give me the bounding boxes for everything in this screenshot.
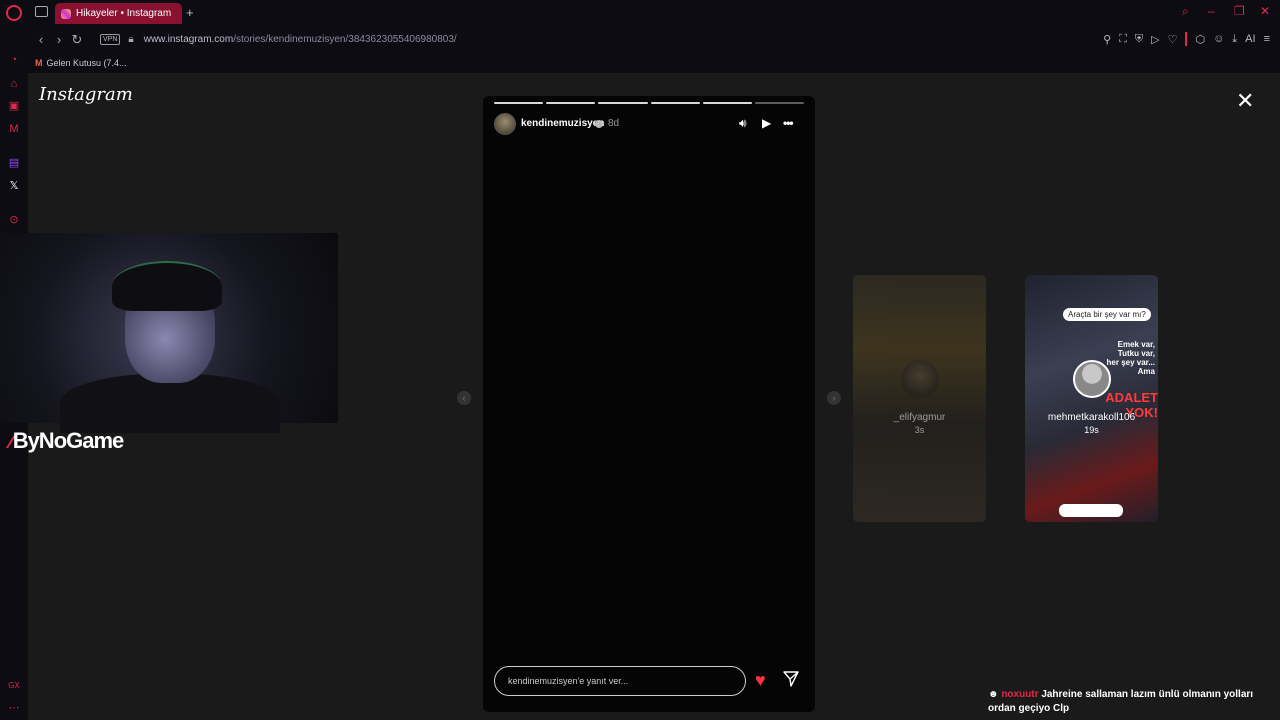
progress-segment: [494, 102, 544, 104]
profile-icon[interactable]: ☺: [1213, 33, 1224, 45]
story-avatar[interactable]: [494, 113, 516, 135]
snapshot-icon[interactable]: ⛶: [1119, 33, 1127, 46]
story-preview[interactable]: _elifyagmur 3s: [853, 275, 986, 522]
minimize-button[interactable]: –: [1208, 5, 1220, 17]
bookmark-gmail[interactable]: Gelen Kutusu (7.4...: [47, 58, 127, 68]
sponsor-logo: ⁄ByNoGame: [10, 428, 124, 453]
more-icon[interactable]: ⋯: [8, 702, 20, 714]
chat-message: ☻ noxuutr Jahreine sallaman lazım ünlü o…: [988, 688, 1278, 716]
extensions-icon[interactable]: ⬡: [1195, 33, 1205, 46]
preview-time: 3s: [914, 425, 925, 435]
story-progress-bar: [494, 102, 805, 104]
close-stories-button[interactable]: ✕: [1236, 90, 1254, 112]
story-time: 8d: [608, 118, 620, 129]
back-button[interactable]: ‹: [32, 32, 50, 47]
streamer-headset: [112, 261, 222, 311]
bookmarks-bar: M Gelen Kutusu (7.4...: [28, 53, 1280, 73]
messenger-icon[interactable]: ▣: [8, 100, 20, 112]
mute-icon[interactable]: 🔊︎: [739, 116, 747, 131]
gmail-icon: M: [35, 58, 43, 68]
progress-segment: [546, 102, 596, 104]
search-tabs-icon[interactable]: ⌕: [1182, 5, 1194, 17]
preview-time: 19s: [1084, 425, 1099, 435]
tab-bar: Hikayeler • Instagram + ⌕ – ❐ ✕: [0, 0, 1280, 26]
address-bar: ‹ › ↻ VPN 🔒︎ www.instagram.com/stories/k…: [28, 26, 1280, 53]
instagram-logo[interactable]: Instagram: [39, 84, 133, 105]
player-icon[interactable]: ⊙: [8, 214, 20, 226]
pin-icon[interactable]: ⚲: [1103, 33, 1111, 46]
preview-overlay-text: Araçta bir şey var mı?: [1063, 308, 1151, 321]
preview-avatar: [901, 360, 939, 398]
chat-username: noxuutr: [1001, 689, 1039, 700]
close-window-button[interactable]: ✕: [1260, 5, 1272, 17]
play-icon[interactable]: ▷: [1151, 33, 1159, 46]
verified-icon: [595, 120, 603, 128]
tab-title: Hikayeler • Instagram: [76, 8, 172, 19]
preview-overlay-text: Emek var, Tutku var, her şey var... Ama: [1106, 340, 1155, 376]
maximize-button[interactable]: ❐: [1234, 5, 1246, 17]
previous-story-button[interactable]: ‹: [457, 391, 471, 405]
vpn-badge[interactable]: VPN: [100, 34, 121, 45]
toolbar-divider: [1185, 32, 1188, 46]
story-viewer[interactable]: kendinemuzisyen 8d 🔊︎ ▶ ••• kendinemuzis…: [483, 96, 815, 712]
progress-segment: [702, 102, 752, 104]
aria-icon[interactable]: ◔: [8, 54, 20, 66]
like-icon[interactable]: ♥: [755, 670, 766, 691]
heart-icon[interactable]: ♡: [1168, 33, 1178, 46]
story-username[interactable]: kendinemuzisyen: [521, 118, 604, 129]
toolbar-icons: ⚲ ⛶ ⛨ ▷ ♡ ⬡ ☺ ⤓ AI ≡: [1103, 32, 1270, 46]
x-icon[interactable]: 𝕏: [8, 180, 20, 192]
menu-icon[interactable]: ≡: [1264, 33, 1270, 45]
preview-username: _elifyagmur: [893, 412, 946, 423]
send-icon[interactable]: [783, 670, 799, 688]
twitch-icon[interactable]: ▤: [8, 157, 20, 169]
shopping-icon[interactable]: ⌂: [8, 78, 20, 90]
story-preview[interactable]: Araçta bir şey var mı? Emek var, Tutku v…: [1025, 275, 1158, 522]
instagram-favicon-icon: [61, 8, 71, 19]
webcam-overlay: [0, 233, 338, 433]
preview-username: mehmetkarakoll106: [1047, 412, 1136, 423]
more-options-icon[interactable]: •••: [783, 116, 794, 130]
gmail-sidebar-icon[interactable]: M: [8, 123, 20, 135]
new-tab-button[interactable]: +: [186, 5, 194, 20]
lock-icon[interactable]: 🔒︎: [128, 34, 133, 45]
progress-segment: [754, 102, 805, 104]
progress-segment: [650, 102, 700, 104]
download-icon[interactable]: ⤓: [1232, 33, 1237, 46]
shield-icon[interactable]: ⛨: [1135, 33, 1143, 46]
progress-segment: [598, 102, 648, 104]
tab-switcher-icon[interactable]: [35, 6, 48, 17]
window-controls: ⌕ – ❐ ✕: [1182, 5, 1272, 17]
next-story-button[interactable]: ›: [827, 391, 841, 405]
play-story-icon[interactable]: ▶: [762, 116, 771, 130]
opera-logo-icon[interactable]: [6, 5, 22, 21]
gx-icon[interactable]: GX: [8, 680, 20, 692]
chat-badge-icon: ☻: [988, 689, 999, 700]
forward-button[interactable]: ›: [50, 32, 68, 47]
preview-link-sticker: [1059, 504, 1123, 517]
reload-button[interactable]: ↻: [68, 32, 86, 48]
tab-instagram[interactable]: Hikayeler • Instagram: [55, 3, 182, 24]
url-field[interactable]: www.instagram.com/stories/kendinemuzisye…: [144, 34, 457, 45]
ai-button[interactable]: AI: [1245, 33, 1255, 45]
reply-input[interactable]: kendinemuzisyen'e yanıt ver...: [494, 666, 746, 696]
